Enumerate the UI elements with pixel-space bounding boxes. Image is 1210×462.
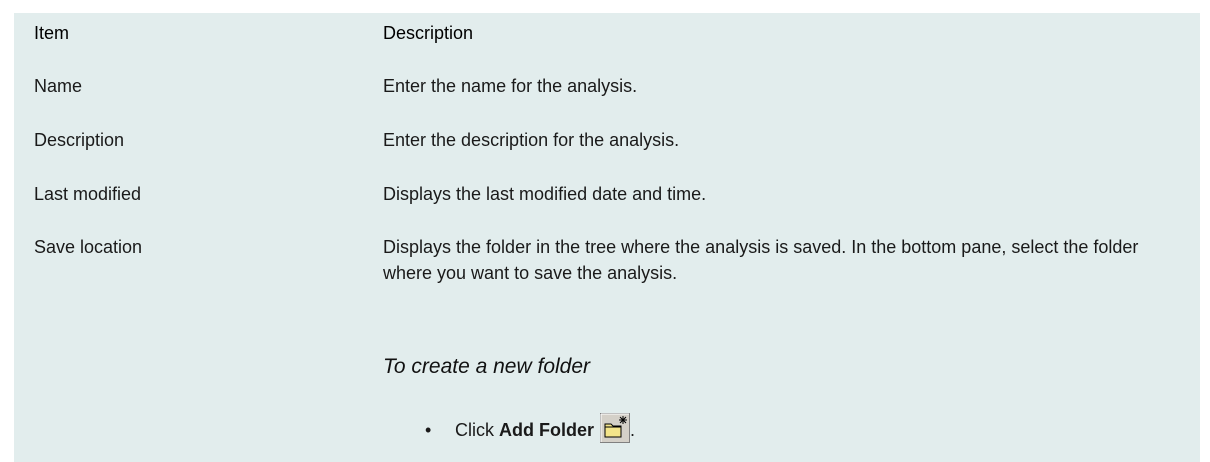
row-description: Enter the description for the analysis. [383,130,680,150]
row-description: Displays the folder in the tree where th… [383,237,1139,283]
header-item: Item [34,23,70,43]
step-suffix: . [630,420,636,440]
row-item: Name [34,76,83,96]
row-item: Save location [34,237,143,257]
add-folder-label: Add Folder [499,420,595,440]
row-item: Description [34,130,125,150]
row-description: Displays the last modified date and time… [383,184,707,204]
procedure-step: • Click Add Folder . [425,413,635,443]
row-item: Last modified [34,184,142,204]
bullet: • [425,420,432,440]
step-prefix: Click [455,420,494,440]
header-description: Description [383,23,474,43]
new-folder-icon[interactable] [600,413,631,443]
row-description: Enter the name for the analysis. [383,76,638,96]
procedure-title: To create a new folder [383,355,591,378]
properties-table: Item Description Name Enter the name for… [14,13,1200,462]
